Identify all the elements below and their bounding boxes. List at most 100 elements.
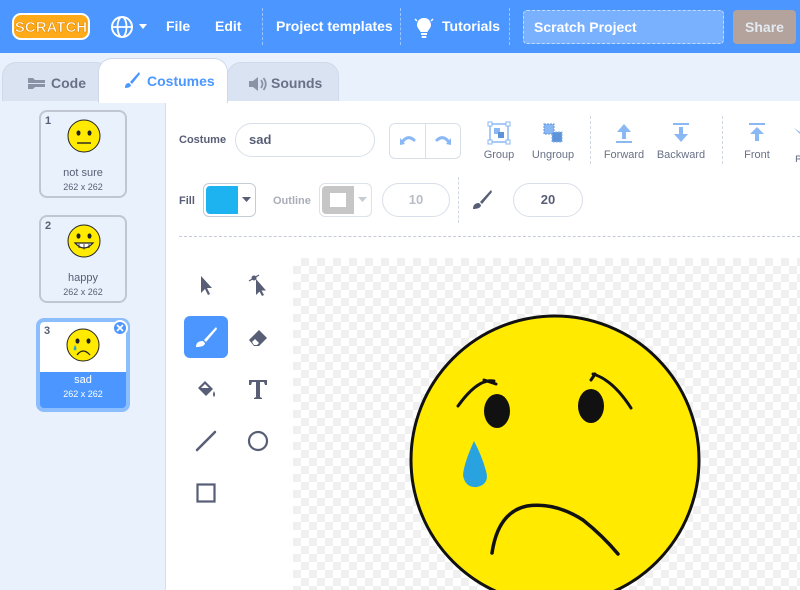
line-tool[interactable] <box>184 420 228 462</box>
sad-face-artwork <box>409 314 701 590</box>
brush-size-icon <box>473 190 492 209</box>
tab-sounds[interactable]: Sounds <box>227 62 339 102</box>
outline-color-picker[interactable] <box>319 183 372 217</box>
front-label: Front <box>744 149 770 161</box>
menu-divider <box>400 8 401 45</box>
costume-item[interactable]: 1 not sure 262 x 262 <box>39 110 127 198</box>
menu-divider <box>262 8 263 45</box>
fill-swatch <box>206 186 238 214</box>
code-icon <box>28 78 45 89</box>
costume-label: Costume <box>179 134 227 146</box>
group-button[interactable]: Group <box>479 121 519 161</box>
text-tool[interactable] <box>236 368 280 410</box>
project-templates-menu[interactable]: Project templates <box>276 0 393 53</box>
ungroup-button[interactable]: Ungroup <box>528 121 578 161</box>
arrow-cursor-icon <box>201 276 212 295</box>
back-button-partial[interactable]: B <box>795 150 800 162</box>
circle-icon <box>247 430 269 452</box>
file-menu[interactable]: File <box>166 0 190 53</box>
costume-list: 1 not sure 262 x 262 2 happy 262 x 262 3 <box>0 101 166 590</box>
rectangle-tool[interactable] <box>184 472 228 514</box>
redo-icon <box>435 136 451 145</box>
tab-code[interactable]: Code <box>2 62 110 102</box>
rectangle-icon <box>196 483 216 503</box>
delete-costume-button[interactable] <box>112 320 128 336</box>
ungroup-icon <box>543 123 563 143</box>
forward-icon <box>616 124 632 143</box>
costume-size: 262 x 262 <box>63 182 103 192</box>
speaker-icon <box>249 77 267 91</box>
costume-name: happy <box>68 272 98 284</box>
backward-label: Backward <box>656 149 706 161</box>
svg-text:SCRATCH: SCRATCH <box>15 19 87 36</box>
front-button[interactable]: Front <box>740 121 774 161</box>
language-globe-icon[interactable] <box>110 14 150 40</box>
paint-editor: Costume sad Group Ungroup Forward Backwa… <box>166 101 800 590</box>
tutorials-menu[interactable]: Tutorials <box>442 0 500 53</box>
fill-label: Fill <box>179 195 195 207</box>
project-title-input[interactable]: Scratch Project <box>523 10 724 44</box>
undo-redo-group <box>389 123 461 159</box>
eraser-tool[interactable] <box>236 316 280 358</box>
front-icon <box>749 123 765 141</box>
circle-tool[interactable] <box>236 420 280 462</box>
ungroup-label: Ungroup <box>531 149 575 161</box>
brush-size-input[interactable]: 20 <box>513 183 583 217</box>
drawing-canvas[interactable] <box>293 258 800 590</box>
brush-tool[interactable] <box>184 316 228 358</box>
fill-color-picker[interactable] <box>203 183 256 217</box>
menu-bar: SCRATCH File Edit Project templates Tuto… <box>0 0 800 53</box>
backward-button[interactable]: Backward <box>654 121 708 161</box>
forward-label: Forward <box>603 149 645 161</box>
toolbar-divider <box>590 116 591 164</box>
tab-label: Costumes <box>147 73 215 89</box>
select-tool[interactable] <box>184 264 228 306</box>
costume-name: not sure <box>63 167 103 179</box>
costume-name-input[interactable]: sad <box>235 123 375 157</box>
share-button[interactable]: Share <box>733 10 796 44</box>
costume-size: 262 x 262 <box>63 389 103 399</box>
reshape-cursor-icon <box>248 274 266 296</box>
scratch-logo[interactable]: SCRATCH <box>12 12 90 41</box>
chevron-down-icon <box>242 197 251 202</box>
tab-label: Sounds <box>271 75 323 91</box>
group-label: Group <box>483 149 515 161</box>
backward-icon <box>673 123 689 142</box>
toolbar-separator <box>179 236 800 237</box>
fill-tool[interactable] <box>184 368 228 410</box>
edit-menu[interactable]: Edit <box>215 0 241 53</box>
outline-width-input[interactable]: 10 <box>382 183 450 217</box>
undo-button[interactable] <box>390 124 425 158</box>
close-icon <box>116 324 124 332</box>
undo-icon <box>400 136 416 145</box>
costume-number: 1 <box>45 115 52 127</box>
costume-thumbnail <box>66 328 100 362</box>
tab-label: Code <box>51 75 86 91</box>
back-icon <box>794 128 800 134</box>
costume-number: 3 <box>44 325 51 337</box>
menu-divider <box>509 8 510 45</box>
text-icon <box>249 380 267 399</box>
paint-bucket-icon <box>198 381 215 397</box>
redo-button[interactable] <box>426 124 461 158</box>
group-icon <box>487 121 511 145</box>
brush-icon <box>196 327 217 347</box>
outline-label: Outline <box>273 195 311 207</box>
costume-item[interactable]: 2 happy 262 x 262 <box>39 215 127 303</box>
costume-name: sad <box>74 374 92 386</box>
costume-number: 2 <box>45 220 52 232</box>
costume-item-selected[interactable]: 3 sad 262 x 262 <box>36 318 130 412</box>
toolbar-divider <box>458 177 459 223</box>
toolbar-divider <box>722 116 723 164</box>
lightbulb-icon <box>414 18 434 38</box>
forward-button[interactable]: Forward <box>602 121 646 161</box>
costume-size: 262 x 262 <box>63 287 103 297</box>
brush-icon <box>125 72 140 88</box>
reshape-tool[interactable] <box>236 264 280 306</box>
tab-costumes[interactable]: Costumes <box>98 58 228 103</box>
costume-thumbnail <box>67 224 101 258</box>
eraser-icon <box>249 330 267 346</box>
chevron-down-icon <box>358 197 367 202</box>
outline-swatch <box>322 186 354 214</box>
line-icon <box>195 430 217 452</box>
